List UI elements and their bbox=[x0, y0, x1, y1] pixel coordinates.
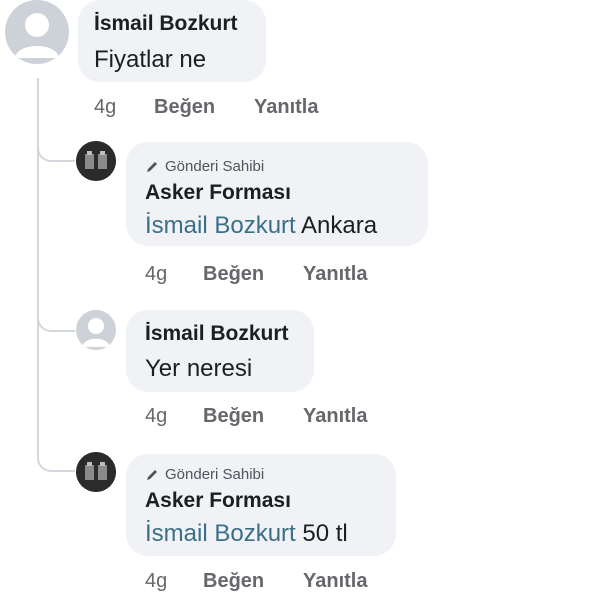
comment-author[interactable]: Asker Forması bbox=[145, 489, 291, 513]
comment-text: İsmail Bozkurt 50 tl bbox=[145, 520, 348, 548]
author-badge-label: Gönderi Sahibi bbox=[165, 466, 265, 483]
author-badge: Gönderi Sahibi bbox=[145, 466, 264, 483]
reply-connector bbox=[37, 130, 75, 162]
default-user-icon bbox=[82, 318, 110, 347]
reply-connector bbox=[37, 440, 75, 472]
page-avatar[interactable] bbox=[76, 141, 116, 181]
like-button[interactable]: Beğen bbox=[154, 96, 215, 119]
comment-time[interactable]: 4g bbox=[145, 570, 167, 593]
comment-text: Yer neresi bbox=[145, 355, 253, 382]
default-user-icon bbox=[15, 13, 59, 58]
reply-button[interactable]: Yanıtla bbox=[303, 405, 367, 428]
mention-link[interactable]: İsmail Bozkurt bbox=[145, 520, 296, 547]
reply-button[interactable]: Yanıtla bbox=[254, 96, 318, 119]
reply-button[interactable]: Yanıtla bbox=[303, 263, 367, 286]
avatar[interactable] bbox=[5, 0, 69, 64]
author-badge-label: Gönderi Sahibi bbox=[165, 158, 265, 175]
comment-author[interactable]: Asker Forması bbox=[145, 181, 291, 205]
avatar[interactable] bbox=[76, 310, 116, 350]
comment-text: Fiyatlar ne bbox=[94, 46, 207, 73]
page-avatar[interactable] bbox=[76, 452, 116, 492]
like-button[interactable]: Beğen bbox=[203, 405, 264, 428]
comment-author[interactable]: İsmail Bozkurt bbox=[94, 12, 238, 36]
like-button[interactable]: Beğen bbox=[203, 570, 264, 593]
comment-time[interactable]: 4g bbox=[94, 96, 116, 119]
author-badge: Gönderi Sahibi bbox=[145, 158, 264, 175]
pencil-icon bbox=[147, 161, 157, 172]
reply-button[interactable]: Yanıtla bbox=[303, 570, 367, 593]
uniform-logo-icon bbox=[76, 141, 116, 181]
comment-author[interactable]: İsmail Bozkurt bbox=[145, 322, 289, 346]
uniform-logo-icon bbox=[76, 452, 116, 492]
comment-text: İsmail Bozkurt Ankara bbox=[145, 212, 377, 240]
like-button[interactable]: Beğen bbox=[203, 263, 264, 286]
comment-text-body: Ankara bbox=[301, 212, 378, 239]
reply-connector bbox=[37, 300, 75, 332]
comment-text-body: 50 tl bbox=[302, 520, 348, 547]
comment-time[interactable]: 4g bbox=[145, 405, 167, 428]
pencil-icon bbox=[147, 469, 157, 480]
comment-time[interactable]: 4g bbox=[145, 263, 167, 286]
mention-link[interactable]: İsmail Bozkurt bbox=[145, 212, 296, 239]
